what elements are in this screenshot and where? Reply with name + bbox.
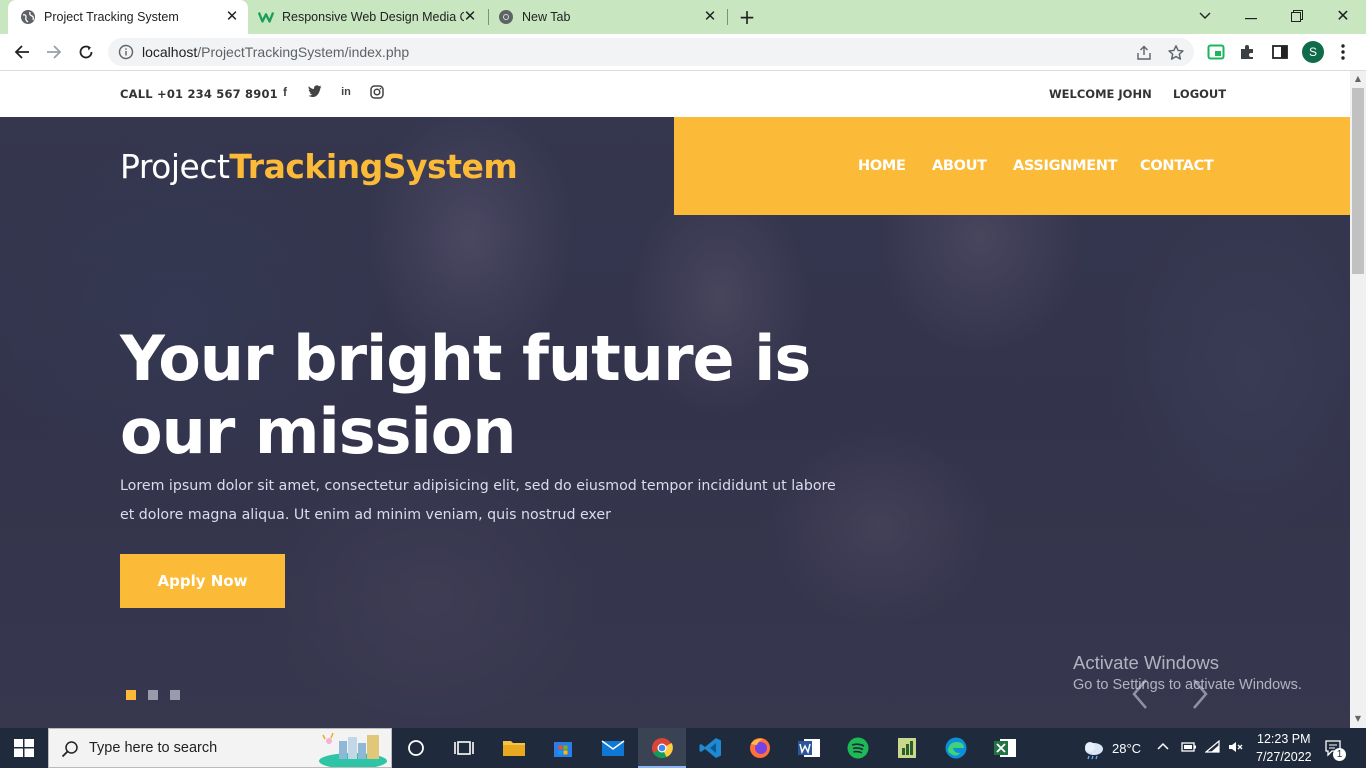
bookmark-star-icon[interactable] — [1167, 44, 1185, 62]
side-panel-icon[interactable] — [1271, 43, 1289, 61]
tray-chevron-up-icon[interactable] — [1157, 740, 1169, 754]
tab-title: Responsive Web Design Media Q — [282, 10, 464, 24]
windows-start-icon[interactable] — [14, 739, 34, 757]
windows-taskbar: Type here to search 28°C 12:23 PM 7/27/2… — [0, 728, 1366, 768]
firefox-icon[interactable] — [747, 736, 773, 760]
close-tab-icon[interactable]: ✕ — [224, 9, 240, 25]
headline-line-2: our mission — [120, 395, 517, 468]
chart-app-icon[interactable] — [894, 736, 920, 760]
tab-title: Project Tracking System — [44, 10, 179, 24]
microsoft-store-icon[interactable] — [550, 736, 576, 760]
facebook-icon[interactable]: f — [278, 85, 292, 99]
menu-kebab-icon[interactable] — [1340, 42, 1346, 62]
restore-icon[interactable] — [1274, 0, 1320, 34]
scrollbar-thumb[interactable] — [1352, 88, 1364, 274]
slider-dot-3[interactable] — [170, 690, 180, 700]
reload-icon[interactable] — [74, 40, 98, 64]
instagram-icon[interactable] — [370, 85, 384, 99]
welcome-user-text: WELCOME JOHN — [1049, 87, 1152, 101]
mail-icon[interactable] — [600, 736, 626, 760]
share-icon[interactable] — [1135, 44, 1153, 62]
chrome-icon[interactable] — [649, 736, 675, 760]
scroll-up-icon[interactable]: ▲ — [1353, 74, 1363, 84]
cortana-circle-icon[interactable] — [403, 736, 429, 760]
weather-cloud-icon[interactable] — [1080, 736, 1106, 760]
clock-time[interactable]: 12:23 PM — [1257, 732, 1311, 746]
slider-dot-2[interactable] — [148, 690, 158, 700]
site-logo[interactable]: ProjectTrackingSystem — [120, 147, 518, 186]
taskbar-search-box[interactable]: Type here to search — [48, 728, 392, 768]
chrome-icon — [498, 9, 514, 25]
hero-slider: ProjectTrackingSystem HOME ABOUT ASSIGNM… — [0, 117, 1350, 728]
nav-home[interactable]: HOME — [858, 158, 906, 174]
browser-toolbar: localhost/ProjectTrackingSystem/index.ph… — [0, 34, 1366, 71]
close-tab-icon[interactable]: ✕ — [702, 9, 718, 25]
url-path: /ProjectTrackingSystem/index.php — [197, 44, 410, 60]
tab-separator — [488, 9, 489, 25]
watermark-title: Activate Windows — [1073, 652, 1219, 673]
extensions-puzzle-icon[interactable] — [1239, 43, 1257, 61]
minimize-icon[interactable] — [1228, 0, 1274, 34]
weather-temperature[interactable]: 28°C — [1112, 741, 1141, 756]
page-scrollbar[interactable]: ▲ ▼ — [1350, 71, 1366, 728]
search-highlight-illustration-icon — [317, 731, 389, 768]
activate-windows-watermark: Activate Windows Go to Settings to activ… — [1073, 652, 1302, 693]
apply-now-button[interactable]: Apply Now — [120, 554, 285, 608]
extension-green-icon[interactable] — [1207, 43, 1225, 61]
vscode-icon[interactable] — [698, 736, 724, 760]
tab-search-chevron-icon[interactable] — [1182, 0, 1228, 34]
battery-icon[interactable] — [1181, 740, 1197, 757]
globe-icon — [20, 9, 36, 25]
spotify-icon[interactable] — [845, 736, 871, 760]
wifi-icon[interactable] — [1204, 739, 1221, 757]
edge-icon[interactable] — [943, 736, 969, 760]
back-arrow-icon[interactable] — [10, 40, 34, 64]
main-nav-bar — [674, 117, 1350, 215]
headline-line-1: Your bright future is — [120, 322, 811, 395]
web-page: CALL +01 234 567 8901 f in WELCOME JOHN … — [0, 71, 1350, 728]
close-window-icon[interactable]: ✕ — [1320, 0, 1366, 34]
notification-count-badge: 1 — [1333, 748, 1346, 761]
nav-about[interactable]: ABOUT — [932, 158, 987, 174]
tab-new-tab[interactable]: New Tab ✕ — [490, 0, 726, 34]
clock-date[interactable]: 7/27/2022 — [1256, 750, 1312, 764]
logo-plain-text: Project — [120, 147, 230, 186]
forward-arrow-icon[interactable] — [42, 40, 66, 64]
logout-link[interactable]: LOGOUT — [1173, 87, 1226, 101]
browser-tab-strip: Project Tracking System ✕ Responsive Web… — [0, 0, 1366, 34]
phone-number: CALL +01 234 567 8901 — [120, 87, 278, 101]
volume-muted-icon[interactable] — [1228, 740, 1244, 757]
close-tab-icon[interactable]: ✕ — [462, 9, 478, 25]
tab-separator — [727, 9, 728, 25]
word-icon[interactable] — [796, 736, 822, 760]
site-info-icon[interactable] — [118, 44, 134, 60]
watermark-subtitle: Go to Settings to activate Windows. — [1073, 677, 1302, 693]
nav-assignment[interactable]: ASSIGNMENT — [1013, 158, 1118, 174]
search-icon — [61, 740, 79, 758]
top-info-bar: CALL +01 234 567 8901 f in WELCOME JOHN … — [0, 71, 1350, 117]
hero-description: Lorem ipsum dolor sit amet, consectetur … — [120, 478, 836, 523]
linkedin-icon[interactable]: in — [339, 85, 353, 99]
tab-title: New Tab — [522, 10, 571, 24]
logo-accent-text: TrackingSystem — [229, 147, 518, 186]
excel-icon[interactable] — [992, 736, 1018, 760]
url-host: localhost — [142, 44, 198, 60]
tab-project-tracking[interactable]: Project Tracking System ✕ — [8, 0, 248, 34]
task-view-icon[interactable] — [451, 736, 477, 760]
w-logo-icon — [258, 9, 274, 25]
hero-headline: Your bright future is our mission — [120, 322, 880, 468]
url-text: localhost/ProjectTrackingSystem/index.ph… — [142, 44, 409, 60]
slider-dot-1[interactable] — [126, 690, 136, 700]
file-explorer-icon[interactable] — [501, 736, 527, 760]
profile-avatar[interactable]: S — [1302, 41, 1324, 63]
nav-contact[interactable]: CONTACT — [1140, 158, 1214, 174]
tab-responsive-web-design[interactable]: Responsive Web Design Media Q ✕ — [256, 0, 486, 34]
search-placeholder: Type here to search — [89, 740, 218, 756]
scroll-down-icon[interactable]: ▼ — [1353, 714, 1363, 724]
new-tab-button[interactable]: + — [736, 6, 758, 28]
twitter-icon[interactable] — [308, 85, 322, 99]
address-bar[interactable]: localhost/ProjectTrackingSystem/index.ph… — [108, 38, 1194, 66]
